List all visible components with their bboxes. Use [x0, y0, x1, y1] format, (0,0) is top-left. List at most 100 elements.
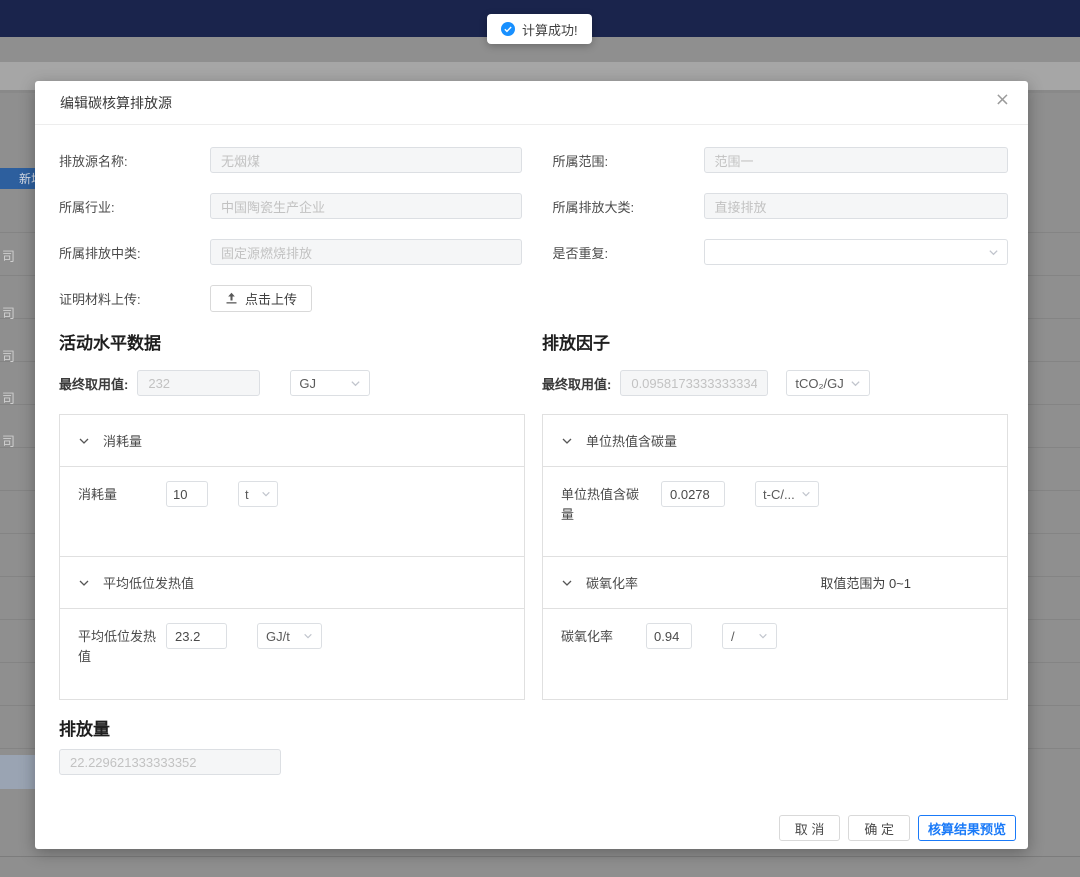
section-title: 活动水平数据	[59, 329, 525, 354]
bg-table-cell: 司	[2, 303, 15, 322]
field-industry: 所属行业:	[59, 193, 534, 219]
field-is-duplicate: 是否重复:	[534, 239, 1009, 265]
emission-amount-input	[59, 749, 281, 775]
value-range-hint: 取值范围为 0~1	[820, 573, 911, 592]
form-row: 排放源名称: 所属范围:	[59, 147, 1008, 173]
emission-amount-title: 排放量	[59, 715, 1008, 740]
modal-body: 排放源名称: 所属范围: 所属行业: 所属排放大类: 所属排放中类:	[35, 125, 1028, 775]
chevron-down-icon	[78, 577, 90, 589]
chevron-down-icon	[801, 489, 811, 499]
field-upload: 证明材料上传: 点击上传	[59, 285, 534, 312]
field-scope: 所属范围:	[534, 147, 1009, 173]
field-source-name: 排放源名称:	[59, 147, 534, 173]
select-value: /	[731, 629, 735, 644]
activity-level-section: 活动水平数据 最终取用值: GJ	[59, 329, 525, 700]
field-label: 排放源名称:	[59, 151, 210, 170]
field-label: 是否重复:	[553, 243, 704, 262]
field-major-category: 所属排放大类:	[534, 193, 1009, 219]
chevron-down-icon	[561, 577, 573, 589]
bg-bottom-line	[0, 856, 1080, 857]
confirm-button[interactable]: 确 定	[848, 815, 910, 841]
source-name-input	[210, 147, 522, 173]
collapse-title: 碳氧化率	[586, 573, 638, 592]
field-medium-category: 所属排放中类:	[59, 239, 534, 265]
modal-title: 编辑碳核算排放源	[60, 93, 172, 113]
bg-table-cell: 司	[2, 388, 15, 407]
factor-final-value-input	[620, 370, 768, 396]
bg-selected-row	[0, 755, 36, 789]
close-icon[interactable]: ×	[995, 91, 1010, 109]
heating-value-input[interactable]	[166, 623, 227, 649]
industry-input	[210, 193, 522, 219]
form-row: 所属排放中类: 是否重复:	[59, 239, 1008, 265]
select-value: GJ/t	[266, 629, 290, 644]
field-label: 所属行业:	[59, 197, 210, 216]
activity-final-value-input	[137, 370, 260, 396]
factor-final-unit-select[interactable]: tCO₂/GJ	[786, 370, 870, 396]
row-label: 碳氧化率	[561, 623, 641, 647]
collapse-title: 单位热值含碳量	[586, 431, 677, 450]
activity-final-unit-select[interactable]: GJ	[290, 370, 370, 396]
upload-icon	[225, 292, 238, 305]
bg-table-cell: 司	[2, 431, 15, 450]
select-value: tCO₂/GJ	[795, 376, 843, 391]
chevron-down-icon	[303, 631, 313, 641]
carbon-content-unit-select[interactable]: t-C/...	[755, 481, 819, 507]
upload-button[interactable]: 点击上传	[210, 285, 312, 312]
modal-header: 编辑碳核算排放源 ×	[35, 81, 1028, 125]
factor-collapse: 单位热值含碳量 单位热值含碳量 t-C/...	[542, 414, 1008, 700]
preview-result-button[interactable]: 核算结果预览	[918, 815, 1016, 841]
collapse-body-oxidation-rate: 碳氧化率 /	[543, 609, 1007, 699]
final-value-label: 最终取用值:	[59, 374, 128, 393]
row-label: 平均低位发热值	[78, 623, 166, 667]
row-label: 单位热值含碳量	[561, 481, 641, 525]
chevron-down-icon	[561, 435, 573, 447]
select-value: t-C/...	[763, 487, 795, 502]
collapse-header-heating-value[interactable]: 平均低位发热值	[60, 557, 524, 609]
major-category-input	[704, 193, 1009, 219]
collapse-title: 平均低位发热值	[103, 573, 194, 592]
oxidation-rate-unit-select[interactable]: /	[722, 623, 777, 649]
edit-emission-source-modal: 编辑碳核算排放源 × 排放源名称: 所属范围: 所属行业: 所属排放大类:	[35, 81, 1028, 849]
section-title: 排放因子	[542, 329, 1008, 354]
chevron-down-icon	[988, 247, 999, 258]
heating-value-unit-select[interactable]: GJ/t	[257, 623, 322, 649]
bg-table-cell: 司	[2, 246, 15, 265]
final-value-label: 最终取用值:	[542, 374, 611, 393]
medium-category-input	[210, 239, 522, 265]
field-label: 所属排放大类:	[553, 197, 704, 216]
chevron-down-icon	[350, 378, 361, 389]
field-label: 所属排放中类:	[59, 243, 210, 262]
upload-button-label: 点击上传	[245, 289, 297, 308]
row-label: 消耗量	[78, 481, 166, 505]
collapse-header-oxidation-rate[interactable]: 碳氧化率 取值范围为 0~1	[543, 557, 1007, 609]
collapse-body-carbon-content: 单位热值含碳量 t-C/...	[543, 467, 1007, 557]
chevron-down-icon	[758, 631, 768, 641]
select-value: t	[245, 487, 249, 502]
emission-factor-section: 排放因子 最终取用值: tCO₂/GJ	[542, 329, 1008, 700]
field-label: 证明材料上传:	[59, 289, 210, 308]
cancel-button[interactable]: 取 消	[779, 815, 841, 841]
form-row: 所属行业: 所属排放大类:	[59, 193, 1008, 219]
collapse-body-heating-value: 平均低位发热值 GJ/t	[60, 609, 524, 699]
chevron-down-icon	[850, 378, 861, 389]
chevron-down-icon	[261, 489, 271, 499]
final-value-row: 最终取用值: tCO₂/GJ	[542, 370, 1008, 396]
field-label: 所属范围:	[553, 151, 704, 170]
final-value-row: 最终取用值: GJ	[59, 370, 525, 396]
success-toast: 计算成功!	[487, 14, 592, 44]
bg-table-cell: 司	[2, 346, 15, 365]
collapse-header-consumption[interactable]: 消耗量	[60, 415, 524, 467]
modal-footer: 取 消 确 定 核算结果预览	[779, 815, 1016, 841]
oxidation-rate-input[interactable]	[646, 623, 692, 649]
collapse-title: 消耗量	[103, 431, 142, 450]
consumption-unit-select[interactable]: t	[238, 481, 278, 507]
success-check-icon	[501, 22, 515, 36]
carbon-content-input[interactable]	[661, 481, 725, 507]
consumption-input[interactable]	[166, 481, 208, 507]
activity-collapse: 消耗量 消耗量 t	[59, 414, 525, 700]
data-sections: 活动水平数据 最终取用值: GJ	[59, 329, 1008, 700]
toast-message: 计算成功!	[522, 20, 578, 39]
collapse-header-carbon-content[interactable]: 单位热值含碳量	[543, 415, 1007, 467]
is-duplicate-select[interactable]	[704, 239, 1009, 265]
